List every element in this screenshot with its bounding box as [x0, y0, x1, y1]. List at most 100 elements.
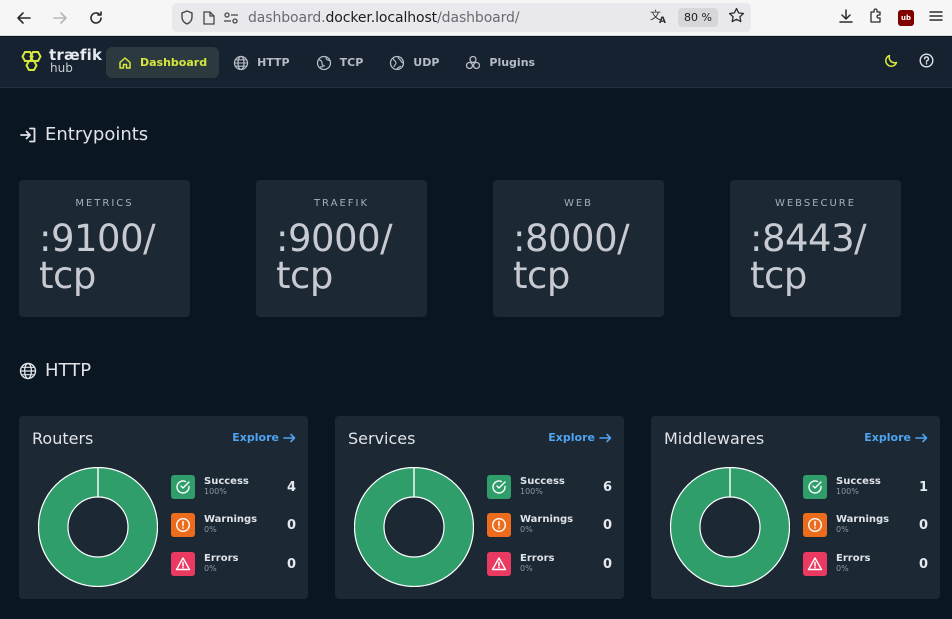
nav-udp-label: UDP	[413, 56, 440, 69]
translate-icon[interactable]: 文A	[650, 8, 668, 28]
alert-circle-icon	[803, 513, 827, 537]
legend-success-count: 1	[918, 480, 928, 495]
entrypoint-card-metrics: METRICS :9100/ tcp	[19, 180, 190, 317]
http-title: HTTP	[45, 360, 92, 381]
reload-button[interactable]	[79, 1, 113, 35]
legend-success-label: Success	[836, 476, 881, 487]
address-bar[interactable]: dashboard.docker.localhost/dashboard/ 文A…	[172, 3, 751, 32]
url-host: docker.localhost	[325, 9, 438, 26]
home-icon	[119, 56, 131, 69]
globe-icon	[233, 55, 249, 70]
legend-errors: Errors 0% 0	[171, 552, 296, 576]
entrypoint-card-web: WEB :8000/ tcp	[493, 180, 664, 317]
explore-link[interactable]: Explore	[548, 431, 612, 444]
zoom-level-badge[interactable]: 80 %	[678, 8, 718, 27]
svg-text:A: A	[659, 16, 666, 24]
check-circle-icon	[171, 475, 195, 499]
legend-errors: Errors 0% 0	[487, 552, 612, 576]
entrypoint-address-text: :9100/ tcp	[39, 217, 156, 297]
nav-udp[interactable]: UDP	[377, 47, 451, 78]
alert-circle-icon	[171, 513, 195, 537]
entrypoints-heading: Entrypoints	[19, 124, 148, 145]
legend-errors-label: Errors	[204, 553, 239, 564]
legend-success-label: Success	[520, 476, 565, 487]
nav-tcp[interactable]: TCP	[304, 47, 376, 78]
arrow-right-icon	[283, 433, 296, 442]
stat-card-routers: Routers Explore Success 100% 4 Warnings …	[19, 416, 308, 599]
traefik-hub-logo[interactable]: træfik hub	[18, 48, 102, 74]
url-prefix: dashboard.	[248, 9, 326, 26]
legend-warnings: Warnings 0% 0	[803, 513, 928, 537]
app-header: træfik hub Dashboard HTTP TCP UDP Plugin…	[0, 37, 952, 88]
nav-dashboard-label: Dashboard	[140, 56, 208, 69]
legend-errors-pct: 0%	[836, 564, 849, 573]
legend-warnings-pct: 0%	[520, 525, 533, 534]
nav-http-label: HTTP	[257, 56, 290, 69]
donut-inner-border	[699, 496, 761, 558]
status-donut-chart	[670, 467, 790, 587]
stat-card-title: Services	[348, 429, 416, 448]
page-icon[interactable]	[198, 7, 220, 29]
legend-success-count: 6	[602, 480, 612, 495]
entrypoint-address: :9000/ tcp	[276, 220, 426, 294]
forward-button[interactable]	[43, 1, 77, 35]
legend-errors: Errors 0% 0	[803, 552, 928, 576]
nav-http[interactable]: HTTP	[221, 47, 302, 78]
legend-errors-count: 0	[286, 557, 296, 572]
legend-success-label: Success	[204, 476, 249, 487]
status-donut-chart	[354, 467, 474, 587]
arrow-right-icon	[915, 433, 928, 442]
extensions-icon[interactable]	[868, 8, 884, 28]
help-icon[interactable]	[919, 53, 934, 72]
legend-success: Success 100% 1	[803, 475, 928, 499]
explore-label: Explore	[548, 431, 595, 444]
entrypoint-card-websecure: WEBSECURE :8443/ tcp	[730, 180, 901, 317]
url-text: dashboard.docker.localhost/dashboard/	[248, 9, 520, 26]
entrypoint-address: :8443/ tcp	[750, 220, 900, 294]
entrypoint-address-text: :8000/ tcp	[513, 217, 630, 297]
back-button[interactable]	[7, 1, 41, 35]
legend-success-pct: 100%	[836, 487, 859, 496]
legend-errors-label: Errors	[836, 553, 871, 564]
entrypoint-address-text: :8443/ tcp	[750, 217, 867, 297]
stat-card-title: Middlewares	[664, 429, 765, 448]
hexagon-logo-icon	[21, 51, 42, 71]
check-circle-icon	[803, 475, 827, 499]
legend-warnings-count: 0	[918, 518, 928, 533]
donut-inner-border	[67, 496, 129, 558]
nav-plugins[interactable]: Plugins	[453, 47, 547, 78]
entrypoint-name: METRICS	[75, 198, 134, 209]
explore-link[interactable]: Explore	[864, 431, 928, 444]
legend-warnings-count: 0	[286, 518, 296, 533]
legend-errors-pct: 0%	[520, 564, 533, 573]
entrypoint-name: WEB	[563, 198, 594, 209]
nav-dashboard[interactable]: Dashboard	[106, 47, 220, 78]
arrow-right-icon	[53, 12, 67, 24]
menu-icon[interactable]	[928, 8, 944, 28]
entrypoint-card-traefik: TRAEFIK :9000/ tcp	[256, 180, 427, 317]
legend-warnings-count: 0	[602, 518, 612, 533]
downloads-icon[interactable]	[838, 8, 854, 28]
alert-triangle-icon	[171, 552, 195, 576]
legend-warnings-label: Warnings	[836, 514, 890, 525]
stat-card-title: Routers	[32, 429, 94, 448]
legend-warnings-pct: 0%	[204, 525, 217, 534]
status-donut-chart	[38, 467, 158, 587]
alert-triangle-icon	[487, 552, 511, 576]
check-circle-icon	[487, 475, 511, 499]
donut-inner-border	[383, 496, 445, 558]
legend-success: Success 100% 4	[171, 475, 296, 499]
permissions-icon[interactable]	[220, 7, 242, 29]
explore-label: Explore	[232, 431, 279, 444]
bookmark-star-icon[interactable]	[728, 7, 745, 28]
alert-circle-icon	[487, 513, 511, 537]
explore-link[interactable]: Explore	[232, 431, 296, 444]
legend-success: Success 100% 6	[487, 475, 612, 499]
plugins-icon	[466, 55, 481, 69]
entrypoint-address: :9100/ tcp	[39, 220, 189, 294]
ublock-icon[interactable]: ub	[898, 10, 914, 26]
dark-mode-toggle-icon[interactable]	[884, 53, 899, 72]
nav-tcp-label: TCP	[339, 56, 364, 69]
shield-icon[interactable]	[176, 7, 198, 29]
stat-card-services: Services Explore Success 100% 6 Warnings…	[335, 416, 624, 599]
